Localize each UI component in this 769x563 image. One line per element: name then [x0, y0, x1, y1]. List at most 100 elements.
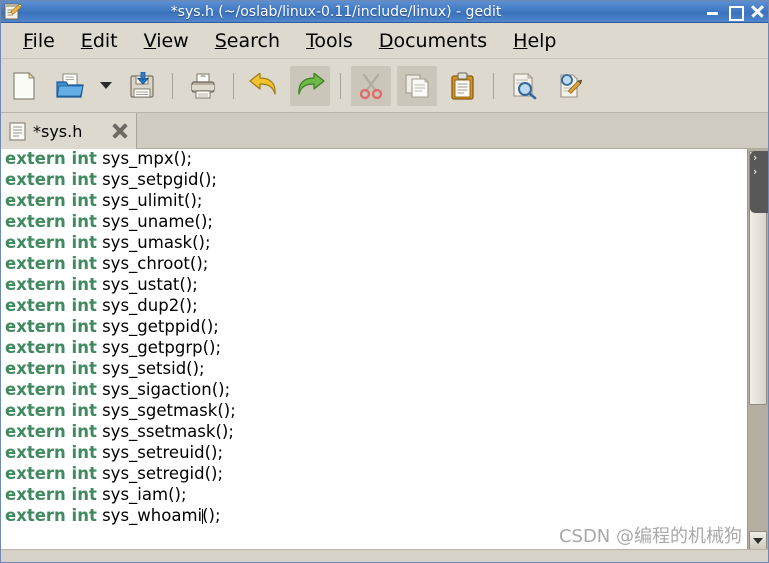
find-icon[interactable] — [504, 66, 544, 106]
code-identifier: sys_setsid(); — [96, 359, 205, 378]
undo-icon[interactable] — [244, 66, 284, 106]
code-line[interactable]: extern int sys_dup2(); — [5, 295, 746, 316]
code-identifier: sys_dup2(); — [96, 296, 198, 315]
code-line[interactable]: extern int sys_getppid(); — [5, 316, 746, 337]
code-identifier: sys_getppid(); — [96, 317, 219, 336]
paste-clipboard-icon[interactable] — [443, 66, 483, 106]
code-line[interactable]: extern int sys_mpx(); — [5, 149, 746, 169]
open-folder-icon[interactable] — [50, 66, 90, 106]
menu-accel: S — [214, 29, 227, 52]
code-keyword: extern int — [5, 275, 97, 294]
code-keyword: extern int — [5, 485, 97, 504]
code-line[interactable]: extern int sys_setregid(); — [5, 463, 746, 484]
code-identifier-tail: (); — [202, 506, 221, 525]
window-controls — [706, 5, 763, 21]
toolbar-separator — [493, 72, 494, 99]
code-line[interactable]: extern int sys_iam(); — [5, 484, 746, 505]
code-identifier: sys_sgetmask(); — [96, 401, 236, 420]
code-keyword: extern int — [5, 170, 97, 189]
code-identifier: sys_mpx(); — [96, 149, 193, 168]
maximize-button[interactable] — [728, 5, 744, 21]
code-line[interactable]: extern int sys_ulimit(); — [5, 190, 746, 211]
menu-accel: F — [23, 29, 33, 52]
document-icon — [9, 121, 26, 141]
menu-item-file[interactable]: File — [10, 28, 68, 54]
code-line[interactable]: extern int sys_ustat(); — [5, 274, 746, 295]
menu-item-tools[interactable]: Tools — [293, 28, 366, 54]
copy-icon[interactable] — [397, 65, 437, 106]
code-keyword: extern int — [5, 233, 97, 252]
editor-area[interactable]: extern int sys_prof();extern int sys_mpx… — [1, 149, 768, 551]
code-identifier: sys_ustat(); — [96, 275, 198, 294]
tab-close-icon[interactable] — [112, 123, 128, 139]
title-bar[interactable]: *sys.h (~/oslab/linux-0.11/include/linux… — [1, 1, 768, 23]
toolbar — [1, 59, 768, 113]
code-line[interactable]: extern int sys_uname(); — [5, 211, 746, 232]
menu-label-rest: ocuments — [393, 29, 488, 52]
code-identifier: sys_sigaction(); — [96, 380, 231, 399]
code-line[interactable]: extern int sys_setsid(); — [5, 358, 746, 379]
code-line[interactable]: extern int sys_sigaction(); — [5, 379, 746, 400]
code-line[interactable]: extern int sys_sgetmask(); — [5, 400, 746, 421]
minimize-button[interactable] — [706, 5, 719, 18]
code-line[interactable]: extern int sys_getpgrp(); — [5, 337, 746, 358]
gedit-window: *sys.h (~/oslab/linux-0.11/include/linux… — [0, 0, 769, 563]
chevron-down-icon[interactable] — [96, 66, 116, 106]
window-title: *sys.h (~/oslab/linux-0.11/include/linux… — [170, 3, 502, 20]
menu-item-view[interactable]: View — [131, 28, 202, 54]
status-bar — [1, 549, 768, 562]
code-keyword: extern int — [5, 212, 97, 231]
toolbar-separator — [233, 72, 234, 99]
gedit-notepad-pencil-icon[interactable] — [4, 3, 22, 20]
menu-item-edit[interactable]: Edit — [68, 28, 131, 54]
code-identifier: sys_setreuid(); — [96, 443, 224, 462]
tab-bar: *sys.h — [1, 113, 768, 149]
menu-label-rest: earch — [226, 29, 280, 52]
redo-icon[interactable] — [290, 65, 330, 106]
code-keyword: extern int — [5, 317, 97, 336]
code-identifier: sys_uname(); — [96, 212, 213, 231]
code-keyword: extern int — [5, 422, 97, 441]
code-line[interactable]: extern int sys_umask(); — [5, 232, 746, 253]
code-keyword: extern int — [5, 401, 97, 420]
cut-scissors-icon[interactable] — [351, 65, 391, 106]
code-identifier: sys_iam(); — [96, 485, 187, 504]
code-keyword: extern int — [5, 191, 97, 210]
menu-item-help[interactable]: Help — [500, 28, 569, 54]
menu-item-search[interactable]: Search — [202, 28, 293, 54]
code-identifier: sys_setpgid(); — [96, 170, 217, 189]
menu-item-documents[interactable]: Documents — [366, 28, 500, 54]
tab-label: *sys.h — [33, 121, 83, 141]
code-text[interactable]: extern int sys_prof();extern int sys_mpx… — [1, 149, 746, 526]
code-keyword: extern int — [5, 443, 97, 462]
code-keyword: extern int — [5, 380, 97, 399]
menu-label-rest: ile — [32, 29, 55, 52]
save-icon[interactable] — [122, 66, 162, 106]
toolbar-separator — [340, 72, 341, 99]
code-identifier: sys_getpgrp(); — [96, 338, 222, 357]
menu-label-rest: iew — [156, 29, 189, 52]
menu-label-rest: dit — [92, 29, 118, 52]
menu-accel: V — [143, 29, 157, 52]
code-identifier: sys_whoami — [96, 506, 203, 525]
scroll-down-arrow-icon[interactable] — [749, 531, 767, 550]
menu-bar: File Edit View Search Tools Documents Help — [1, 23, 768, 59]
menu-label-rest: elp — [527, 29, 557, 52]
replace-icon[interactable] — [550, 66, 590, 106]
code-keyword: extern int — [5, 506, 97, 525]
close-button[interactable] — [750, 5, 763, 18]
code-line[interactable]: extern int sys_ssetmask(); — [5, 421, 746, 442]
code-identifier: sys_umask(); — [96, 233, 211, 252]
menu-accel: E — [80, 29, 93, 52]
code-identifier: sys_ulimit(); — [96, 191, 203, 210]
code-keyword: extern int — [5, 338, 97, 357]
code-line[interactable]: extern int sys_setreuid(); — [5, 442, 746, 463]
watermark: CSDN @编程的机械狗 — [558, 526, 742, 547]
tab-sys-h[interactable]: *sys.h — [1, 113, 137, 149]
new-document-icon[interactable] — [4, 66, 44, 106]
print-icon[interactable] — [183, 66, 223, 106]
code-keyword: extern int — [5, 296, 97, 315]
code-line[interactable]: extern int sys_chroot(); — [5, 253, 746, 274]
code-line[interactable]: extern int sys_setpgid(); — [5, 169, 746, 190]
code-identifier: sys_chroot(); — [96, 254, 209, 273]
